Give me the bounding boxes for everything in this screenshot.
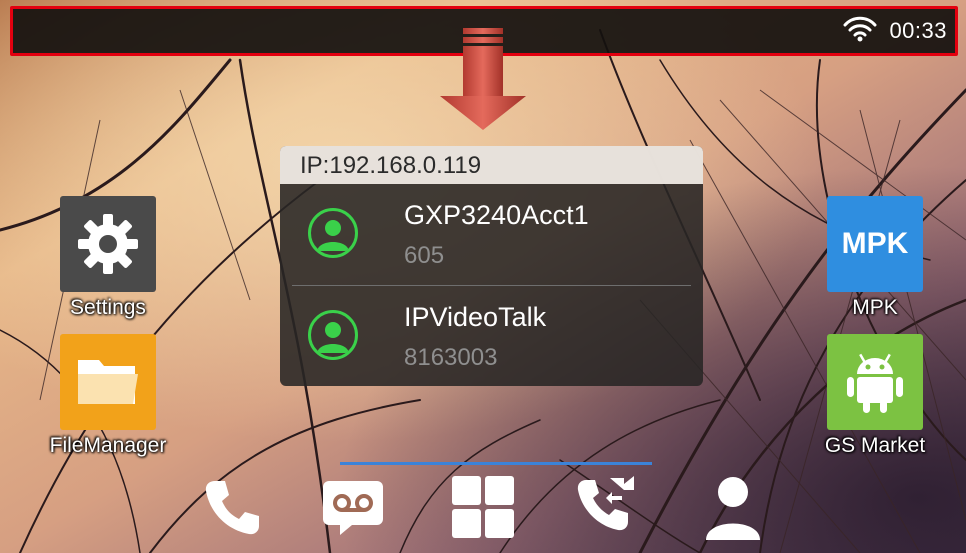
app-label: GS Market bbox=[824, 434, 926, 457]
phone-home-screen: 00:33 Settings FileManager MPK MPK GS Ma… bbox=[0, 0, 966, 553]
gear-icon bbox=[60, 196, 156, 292]
status-indicators: 00:33 bbox=[843, 9, 947, 53]
call-transfer-icon[interactable] bbox=[570, 470, 644, 544]
account-widget[interactable]: IP:192.168.0.119 GXP3240Acct1 605 IPVide… bbox=[280, 146, 703, 386]
wifi-icon bbox=[843, 16, 877, 47]
mpk-tile-text: MPK bbox=[841, 227, 909, 260]
android-icon bbox=[827, 334, 923, 430]
app-label: FileManager bbox=[49, 434, 167, 457]
contacts-icon[interactable] bbox=[696, 470, 770, 544]
folder-icon bbox=[60, 334, 156, 430]
account-name: GXP3240Acct1 bbox=[404, 200, 589, 230]
arrow-down-icon bbox=[438, 28, 528, 132]
app-label: Settings bbox=[70, 296, 146, 319]
apps-grid-icon[interactable] bbox=[446, 470, 520, 544]
account-number: 8163003 bbox=[404, 344, 498, 371]
app-file-manager[interactable]: FileManager bbox=[48, 334, 168, 458]
account-item[interactable]: IPVideoTalk 8163003 bbox=[280, 286, 703, 386]
app-label: MPK bbox=[852, 296, 898, 319]
account-item[interactable]: GXP3240Acct1 605 bbox=[280, 184, 703, 284]
app-gs-market[interactable]: GS Market bbox=[815, 334, 935, 458]
account-name: IPVideoTalk bbox=[404, 302, 547, 332]
app-settings[interactable]: Settings bbox=[48, 196, 168, 320]
phone-icon[interactable] bbox=[196, 470, 270, 544]
account-avatar-icon bbox=[308, 310, 358, 360]
mpk-tile: MPK bbox=[827, 196, 923, 292]
voicemail-icon[interactable] bbox=[316, 470, 390, 544]
account-avatar-icon bbox=[308, 208, 358, 258]
app-mpk[interactable]: MPK MPK bbox=[815, 196, 935, 320]
ip-address: IP:192.168.0.119 bbox=[280, 146, 703, 184]
status-time: 00:33 bbox=[889, 18, 947, 43]
page-indicator bbox=[340, 462, 652, 465]
account-number: 605 bbox=[404, 242, 445, 269]
